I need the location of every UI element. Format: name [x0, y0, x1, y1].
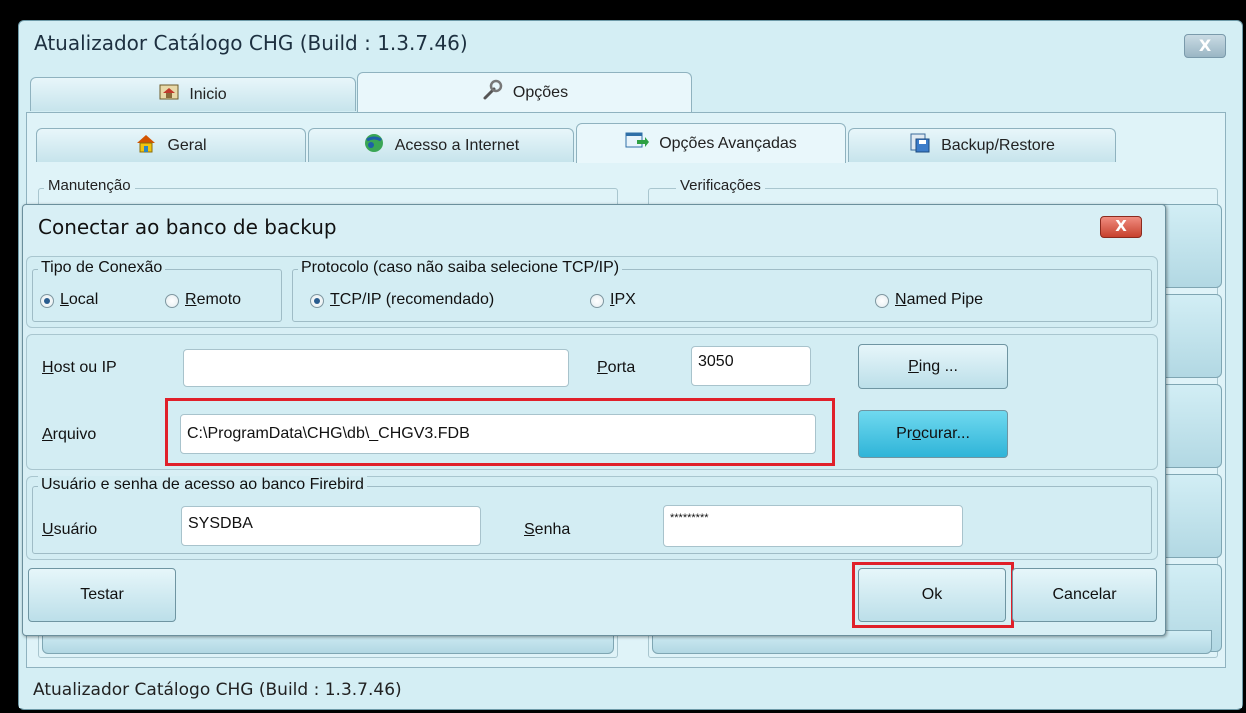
radio-tcpip-label[interactable]: TCP/IP (recomendado) [330, 291, 494, 309]
home-icon [159, 84, 179, 105]
radio-remoto-label[interactable]: Remoto [185, 291, 241, 309]
radio-named-pipe[interactable] [875, 294, 889, 308]
user-label: Usuário [42, 521, 98, 538]
browse-button[interactable]: Pr o curar... [858, 410, 1008, 458]
tab-inicio[interactable]: Inicio [30, 77, 356, 111]
wrench-icon [481, 79, 503, 106]
maintenance-legend: Manutenção [44, 177, 135, 194]
dialog-close-button[interactable]: X [1100, 216, 1142, 238]
file-highlight-box [165, 398, 835, 466]
verifications-legend: Verificações [676, 177, 765, 194]
host-label: Host ou IP [42, 359, 117, 376]
tab-backup-restore[interactable]: Backup/Restore [848, 128, 1116, 162]
arrow-window-icon [625, 131, 650, 156]
tab-inicio-label: Inicio [189, 85, 227, 103]
tab-opcoes-label: Opções [512, 83, 569, 101]
host-input[interactable] [183, 349, 569, 387]
radio-remoto[interactable] [165, 294, 179, 308]
radio-tcpip[interactable] [310, 294, 324, 308]
cancel-button[interactable]: Cancelar [1012, 568, 1157, 622]
tab-acesso-internet[interactable]: Acesso a Internet [308, 128, 574, 162]
password-label: Senha [524, 521, 571, 538]
dialog-title: Conectar ao banco de backup [38, 215, 337, 239]
password-input[interactable]: ********* [663, 505, 963, 547]
tab-opcoes[interactable]: Opções [357, 72, 692, 112]
house-icon [135, 133, 157, 158]
user-input[interactable]: SYSDBA [181, 506, 481, 546]
tab-geral-label: Geral [167, 136, 207, 154]
test-button[interactable]: Testar [28, 568, 176, 622]
ok-highlight-box [852, 562, 1014, 628]
backup-disk-icon [909, 132, 931, 159]
window-close-button[interactable]: X [1184, 34, 1226, 58]
tab-acesso-internet-label: Acesso a Internet [394, 136, 520, 154]
tab-opcoes-avancadas-label: Opções Avançadas [659, 134, 797, 152]
radio-local-label[interactable]: Local [60, 291, 98, 309]
radio-local[interactable] [40, 294, 54, 308]
connection-type-legend: Tipo de Conexão [38, 259, 166, 277]
tab-backup-restore-label: Backup/Restore [941, 136, 1055, 154]
port-input[interactable]: 3050 [691, 346, 811, 386]
protocol-legend: Protocolo (caso não saiba selecione TCP/… [298, 259, 623, 277]
credentials-legend: Usuário e senha de acesso ao banco Fireb… [38, 476, 367, 494]
window-title: Atualizador Catálogo CHG (Build : 1.3.7.… [34, 31, 468, 55]
status-text: Atualizador Catálogo CHG (Build : 1.3.7.… [33, 680, 402, 700]
radio-ipx[interactable] [590, 294, 604, 308]
radio-named-pipe-label[interactable]: Named Pipe [895, 291, 983, 309]
ping-button[interactable]: Ping ... [858, 344, 1008, 389]
port-label: Porta [597, 359, 636, 376]
globe-icon [363, 132, 385, 159]
tab-geral[interactable]: Geral [36, 128, 306, 162]
file-label: Arquivo [42, 426, 97, 443]
radio-ipx-label[interactable]: IPX [610, 291, 636, 309]
tab-opcoes-avancadas[interactable]: Opções Avançadas [576, 123, 846, 163]
